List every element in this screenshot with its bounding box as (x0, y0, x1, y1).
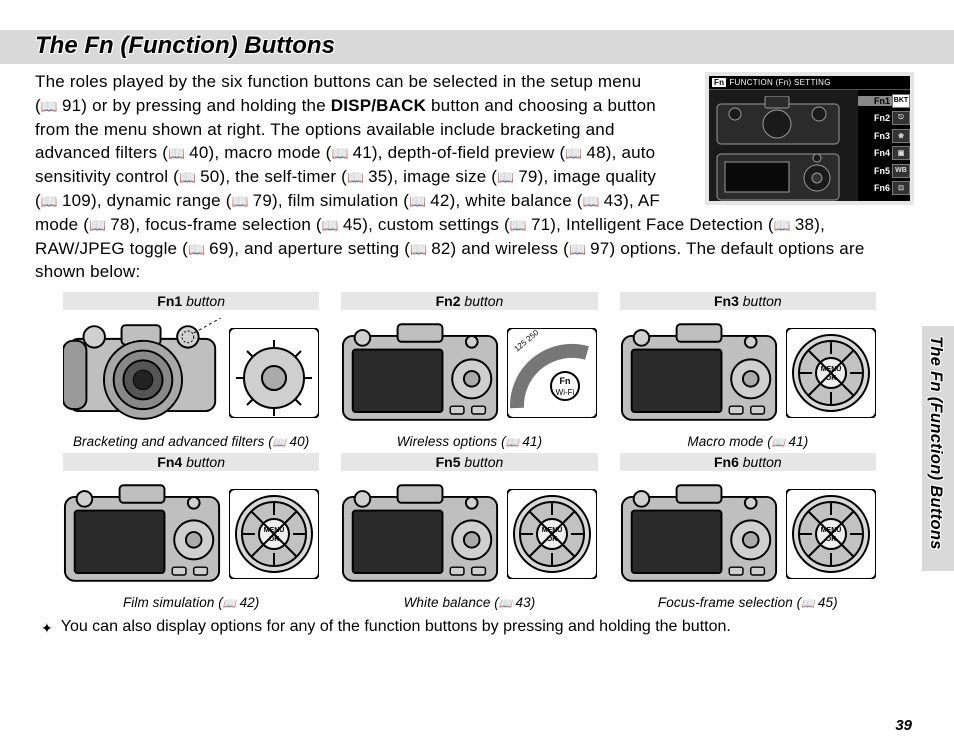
fn5-illustration (341, 475, 597, 593)
fn4-illustration (63, 475, 319, 593)
lcd-row-fn6: Fn6⊡ (858, 180, 910, 198)
fn-grid: Fn1 button Bracketing and advanced filte… (63, 292, 876, 610)
fn1-illustration (63, 314, 319, 432)
fn2-head: Fn2 button (341, 292, 597, 310)
title-bar: The Fn (Function) Buttons (0, 30, 954, 64)
fn5-cell: Fn5 button White balance (43) (341, 453, 597, 610)
lcd-row-fn4: Fn4▣ (858, 145, 910, 163)
fn3-caption: Macro mode (41) (620, 434, 876, 449)
lcd-camera-diagram (709, 90, 858, 201)
fn6-caption: Focus-frame selection (45) (620, 595, 876, 610)
fn5-caption: White balance (43) (341, 595, 597, 610)
fn3-head: Fn3 button (620, 292, 876, 310)
disp-back-label: DISP/BACK (331, 96, 426, 115)
fn4-cell: Fn4 button Film simulation (42) (63, 453, 319, 610)
fn1-head: Fn1 button (63, 292, 319, 310)
page-number: 39 (895, 717, 912, 734)
note-bullet-icon: ✦ (41, 618, 53, 639)
fn6-cell: Fn6 button Focus-frame selection (45) (620, 453, 876, 610)
page-title: The Fn (Function) Buttons (35, 32, 954, 60)
lcd-row-fn5: Fn5WB (858, 162, 910, 180)
lcd-row-fn2: Fn2⎋ (858, 110, 910, 128)
footnote: ✦ You can also display options for any o… (41, 618, 908, 639)
fn2-cell: Fn2 button Wireless options (41) (341, 292, 597, 449)
side-tab: The Fn (Function) Buttons (922, 326, 954, 571)
fn5-head: Fn5 button (341, 453, 597, 471)
fn1-caption: Bracketing and advanced filters (40) (63, 434, 319, 449)
fn1-cell: Fn1 button Bracketing and advanced filte… (63, 292, 319, 449)
fn3-cell: Fn3 button Macro mode (41) (620, 292, 876, 449)
side-tab-title: The Fn (Function) Buttons (926, 336, 945, 550)
fn6-head: Fn6 button (620, 453, 876, 471)
fn2-illustration (341, 314, 597, 432)
lcd-fn-chip: Fn (712, 78, 726, 87)
fn3-illustration (620, 314, 876, 432)
fn6-illustration (620, 475, 876, 593)
lcd-title: FnFUNCTION (Fn) SETTING (709, 76, 910, 90)
lcd-preview: FnFUNCTION (Fn) SETTING (705, 72, 914, 205)
fn2-caption: Wireless options (41) (341, 434, 597, 449)
note-text: You can also display options for any of … (61, 618, 731, 639)
lcd-row-fn3: Fn3❀ (858, 127, 910, 145)
lcd-title-text: FUNCTION (Fn) SETTING (729, 78, 830, 87)
fn4-head: Fn4 button (63, 453, 319, 471)
lcd-row-fn1: Fn1BKT (858, 92, 910, 110)
lcd-fn-list: Fn1BKT Fn2⎋ Fn3❀ Fn4▣ Fn5WB Fn6⊡ (858, 90, 910, 201)
fn4-caption: Film simulation (42) (63, 595, 319, 610)
